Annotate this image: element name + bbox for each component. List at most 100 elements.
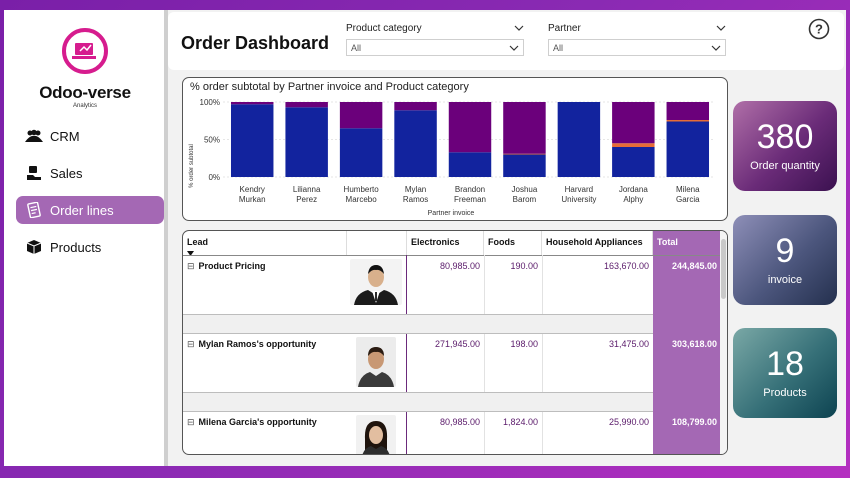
- x-tick-label: Barom: [513, 195, 537, 204]
- logo: Odoo-verse Analytics: [4, 28, 166, 109]
- kpi-value: 380: [756, 118, 814, 156]
- bar-segment[interactable]: [339, 102, 383, 129]
- column-header-household[interactable]: Household Appliances: [542, 231, 653, 255]
- collapse-icon[interactable]: ⊟: [187, 339, 195, 349]
- cell-foods: 1,824.00: [502, 417, 538, 427]
- product-category-select[interactable]: All: [346, 39, 524, 56]
- scrollbar-thumb[interactable]: [721, 239, 726, 299]
- collapse-icon[interactable]: ⊟: [187, 417, 195, 427]
- row-spacer: [183, 393, 653, 411]
- logo-icon: [62, 28, 108, 74]
- chevron-down-icon: [509, 43, 519, 53]
- page-title: Order Dashboard: [181, 33, 330, 53]
- filter-product-category: Product category All: [346, 21, 524, 56]
- cell-foods: 190.00: [510, 261, 538, 271]
- svg-text:?: ?: [815, 22, 823, 37]
- table-row[interactable]: ⊟ Product Pricing: [187, 261, 266, 272]
- cell-total: 108,799.00: [671, 417, 717, 427]
- bar-segment[interactable]: [448, 102, 492, 153]
- filter-label: Partner: [548, 22, 581, 34]
- bar-segment[interactable]: [394, 102, 437, 111]
- woman-portrait-photo: [356, 415, 396, 454]
- x-tick-label: Joshua: [512, 185, 538, 194]
- table-scrollbar[interactable]: [720, 231, 727, 454]
- y-tick-label: 0%: [208, 173, 220, 182]
- partner-select[interactable]: All: [548, 39, 726, 56]
- sidebar-item-sales[interactable]: Sales: [16, 159, 164, 187]
- sidebar-item-crm[interactable]: CRM: [16, 122, 164, 150]
- y-tick-label: 50%: [204, 136, 220, 145]
- bar-segment[interactable]: [612, 147, 655, 177]
- question-icon[interactable]: ?: [808, 18, 830, 40]
- column-header-lead[interactable]: Lead: [183, 231, 347, 258]
- bar-segment[interactable]: [503, 153, 546, 155]
- sort-down-icon[interactable]: [187, 248, 342, 258]
- logo-subtitle: Analytics: [72, 103, 97, 109]
- stacked-bar-chart-card: % order subtotal by Partner invoice and …: [182, 77, 728, 221]
- bar-segment[interactable]: [503, 102, 546, 154]
- filter-partner: Partner All: [548, 21, 726, 56]
- sidebar-item-products[interactable]: Products: [16, 233, 164, 261]
- column-header-electronics[interactable]: Electronics: [407, 231, 484, 255]
- cell-electronics: 271,945.00: [434, 339, 480, 349]
- kpi-value: 18: [766, 345, 804, 383]
- x-tick-label: Lilianna: [293, 185, 321, 194]
- bar-segment[interactable]: [285, 107, 328, 177]
- x-tick-label: Freeman: [454, 195, 486, 204]
- y-axis-label: % order subtotal: [189, 144, 195, 188]
- table-row[interactable]: ⊟ Milena Garcia's opportunity: [187, 417, 317, 428]
- x-tick-label: Perez: [296, 195, 317, 204]
- bar-segment[interactable]: [503, 154, 546, 178]
- document-icon: [25, 202, 43, 218]
- cell-electronics: 80,985.00: [439, 261, 480, 271]
- cell-foods: 198.00: [510, 339, 538, 349]
- x-tick-label: Kendry: [240, 185, 265, 194]
- column-header-foods[interactable]: Foods: [484, 231, 542, 255]
- cell-household: 31,475.00: [608, 339, 649, 349]
- bar-segment[interactable]: [394, 110, 437, 177]
- bar-segment[interactable]: [612, 102, 655, 144]
- column-header-photo: [347, 231, 407, 255]
- y-tick-label: 100%: [200, 98, 220, 107]
- bar-segment[interactable]: [339, 128, 383, 177]
- chevron-down-icon[interactable]: [514, 23, 524, 34]
- sidebar-item-order-lines[interactable]: Order lines: [16, 196, 164, 224]
- select-value: All: [351, 42, 362, 53]
- bar-segment[interactable]: [612, 143, 655, 147]
- sidebar-divider: [164, 10, 168, 466]
- kpi-products: 18 Products: [733, 328, 837, 418]
- row-spacer: [183, 315, 653, 333]
- bar-segment[interactable]: [666, 102, 710, 120]
- kpi-label: invoice: [767, 274, 803, 286]
- logo-name: Odoo-verse: [39, 83, 131, 102]
- box-icon: [25, 239, 43, 255]
- header: Order Dashboard Product category All Par…: [168, 12, 844, 70]
- bar-segment[interactable]: [666, 121, 710, 178]
- x-tick-label: Garcia: [676, 195, 700, 204]
- filter-label: Product category: [346, 22, 422, 34]
- x-tick-label: Alphy: [623, 195, 643, 204]
- chevron-down-icon[interactable]: [716, 23, 726, 34]
- bar-segment[interactable]: [285, 102, 328, 108]
- bar-segment[interactable]: [666, 120, 710, 122]
- sidebar: Odoo-verse Analytics CRM Sales Order lin…: [4, 10, 166, 466]
- x-tick-label: Humberto: [344, 185, 380, 194]
- cell-total: 303,618.00: [671, 339, 717, 349]
- man-portrait-photo: [356, 337, 396, 387]
- bar-segment[interactable]: [230, 104, 274, 177]
- collapse-icon[interactable]: ⊟: [187, 261, 195, 271]
- sidebar-item-label: Order lines: [50, 202, 114, 218]
- x-tick-label: University: [561, 195, 596, 204]
- bar-segment[interactable]: [557, 102, 601, 177]
- stacked-bar-chart: % order subtotal 100% 50% 0% KendryMurkan L…: [189, 98, 715, 217]
- bar-segment[interactable]: [230, 102, 274, 105]
- bar-segment[interactable]: [448, 152, 492, 177]
- table-row[interactable]: ⊟ Mylan Ramos's opportunity: [187, 339, 316, 350]
- man-suit-photo: [350, 259, 402, 305]
- sidebar-item-label: Sales: [50, 165, 83, 181]
- chevron-down-icon: [711, 43, 721, 53]
- cell-household: 163,670.00: [603, 261, 649, 271]
- cell-electronics: 80,985.00: [439, 417, 480, 427]
- kpi-label: Order quantity: [750, 160, 820, 172]
- column-header-total[interactable]: Total: [653, 231, 722, 255]
